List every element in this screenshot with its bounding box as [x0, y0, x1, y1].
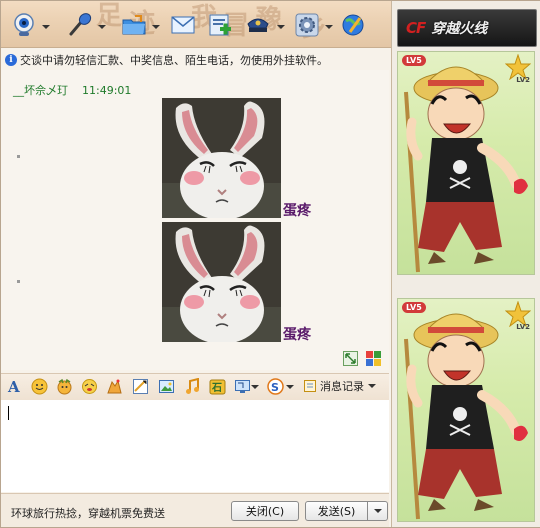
send-mail-button[interactable]	[168, 11, 198, 39]
svg-text:A: A	[7, 378, 20, 395]
chevron-down-icon[interactable]	[251, 383, 259, 391]
avatar-show-self[interactable]: LV5 LV2	[397, 51, 535, 275]
folder-icon	[122, 15, 146, 35]
sogou-icon[interactable]: S	[267, 378, 284, 395]
format-toolbar: A 石 S 消息记录	[1, 373, 389, 401]
game-title: 穿越火线	[431, 21, 488, 37]
message-time: 11:49:01	[82, 84, 132, 97]
history-icon	[304, 380, 316, 392]
shake-icon[interactable]	[81, 378, 98, 395]
security-notice: i 交谈中请勿轻信汇款、中奖信息、陌生电话，勿使用外挂软件。	[5, 52, 389, 68]
video-call-button[interactable]	[9, 11, 39, 39]
webcam-icon	[14, 13, 34, 36]
create-group-button[interactable]	[205, 11, 235, 39]
doodle-icon[interactable]	[132, 378, 149, 395]
puzzle-icon[interactable]: 石	[209, 378, 226, 395]
send-options-button[interactable]	[368, 501, 388, 521]
ad-link[interactable]: 环球旅行热捻，穿越机票免费送	[11, 505, 165, 521]
notice-text: 交谈中请勿轻信汇款、中奖信息、陌生电话，勿使用外挂软件。	[20, 54, 328, 67]
chevron-down-icon[interactable]	[325, 23, 333, 31]
chevron-down-icon	[373, 509, 382, 513]
sender-name: __坏佘乄玎	[13, 84, 68, 97]
message-bullet	[17, 155, 20, 158]
crying-rabbit-emoticon	[162, 98, 281, 218]
smiley-icon[interactable]	[31, 378, 48, 395]
chevron-down-icon[interactable]	[42, 23, 50, 31]
straw-hat-boy-avatar	[404, 66, 528, 273]
font-icon[interactable]: A	[6, 378, 23, 395]
chevron-down-icon	[368, 384, 376, 388]
svg-text:S: S	[271, 381, 279, 394]
top-toolbar: 足 迹 我 冒 豫 乡	[1, 1, 391, 48]
svg-text:石: 石	[211, 382, 222, 394]
chevron-down-icon[interactable]	[152, 23, 160, 31]
straw-hat-boy-avatar	[404, 313, 528, 520]
close-button[interactable]: 关闭(C)	[231, 501, 299, 521]
game-logo: CF	[406, 19, 426, 37]
chat-history: __坏佘乄玎 11:49:01 蛋疼 蛋疼	[1, 70, 389, 370]
bottom-bar: 环球旅行热捻，穿越机票免费送 关闭(C) 发送(S)	[1, 493, 389, 527]
chevron-down-icon[interactable]	[98, 23, 106, 31]
history-label: 消息记录	[320, 380, 364, 393]
message-header: __坏佘乄玎 11:49:01	[13, 82, 131, 98]
add-contact-icon	[209, 14, 231, 36]
more-apps-button[interactable]	[338, 11, 368, 39]
chevron-down-icon[interactable]	[277, 23, 285, 31]
microphone-icon	[69, 13, 92, 36]
gift-icon[interactable]	[106, 378, 123, 395]
app-menu-button[interactable]	[243, 11, 273, 39]
envelope-icon	[171, 16, 195, 34]
message-bullet	[17, 280, 20, 283]
screenshot-icon[interactable]	[234, 378, 251, 395]
avatar-show-friend[interactable]: LV5 LV2	[397, 298, 535, 522]
message-input[interactable]	[1, 400, 389, 492]
globe-icon	[342, 14, 364, 36]
crying-rabbit-emoticon	[162, 222, 281, 342]
send-button[interactable]: 发送(S)	[305, 501, 368, 521]
game-banner[interactable]: CF 穿越火线	[397, 9, 537, 47]
send-file-button[interactable]	[119, 11, 149, 39]
text-caret	[8, 406, 9, 420]
voice-call-button[interactable]	[65, 11, 95, 39]
expand-icon[interactable]	[343, 351, 358, 366]
info-icon: i	[5, 54, 17, 66]
magic-face-icon[interactable]	[56, 378, 73, 395]
message-history-button[interactable]: 消息记录	[303, 378, 376, 394]
settings-button[interactable]	[292, 11, 322, 39]
skin-icon[interactable]	[366, 351, 381, 366]
chevron-down-icon[interactable]	[286, 383, 294, 391]
message-caption: 蛋疼	[283, 327, 311, 343]
image-icon[interactable]	[158, 378, 175, 395]
side-panel: CF 穿越火线 LV5 LV2 LV5 LV2	[391, 1, 540, 527]
police-hat-icon	[247, 18, 269, 32]
message-caption: 蛋疼	[283, 203, 311, 219]
gear-icon	[295, 13, 319, 37]
music-icon[interactable]	[184, 378, 201, 395]
